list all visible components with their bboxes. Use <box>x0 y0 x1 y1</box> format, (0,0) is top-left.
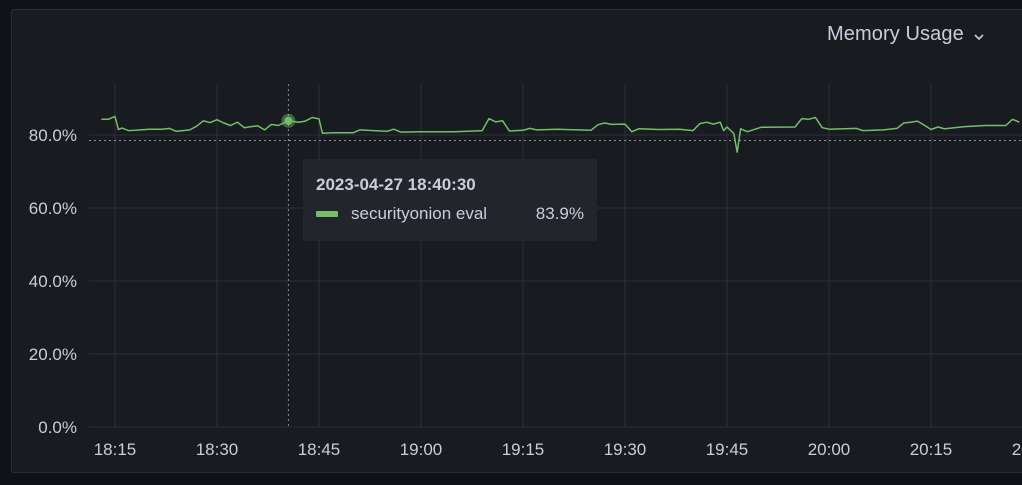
x-tick-label: 19:00 <box>400 440 443 459</box>
x-tick-label: 20:15 <box>910 440 953 459</box>
y-tick-label: 80.0% <box>29 126 77 145</box>
x-tick-label: 18:45 <box>298 440 341 459</box>
x-tick-label: 19:45 <box>706 440 749 459</box>
tooltip-time: 2023-04-27 18:40:30 <box>316 175 476 194</box>
y-tick-label: 0.0% <box>38 418 77 437</box>
series-layer <box>101 115 1020 153</box>
grid <box>89 84 1022 428</box>
x-tick-label: 19:15 <box>502 440 545 459</box>
x-tick-label: 18:30 <box>196 440 239 459</box>
series-line <box>101 115 1020 153</box>
y-tick-label: 20.0% <box>29 345 77 364</box>
y-tick-label: 60.0% <box>29 199 77 218</box>
y-tick-label: 40.0% <box>29 272 77 291</box>
tooltip-series-row: securityonion eval 83.9% <box>316 204 584 224</box>
tooltip-series-name: securityonion eval <box>351 204 488 223</box>
x-tick-label: 20:00 <box>808 440 851 459</box>
tooltip-series-value: 83.9% <box>535 204 584 223</box>
memory-usage-graph[interactable]: 0.0% 20.0% 40.0% 60.0% 80.0% 18:15 18:30 18:45… <box>0 0 1022 485</box>
x-tick-label: 18:15 <box>94 440 137 459</box>
x-tick-label: 20:30 <box>1012 440 1022 459</box>
series-color-swatch <box>316 211 338 217</box>
x-axis: 18:15 18:30 18:45 19:00 19:15 19:30 19:45 20:00… <box>94 440 1022 459</box>
y-axis: 0.0% 20.0% 40.0% 60.0% 80.0% <box>29 126 77 437</box>
hover-tooltip: 2023-04-27 18:40:30 securityonion eval 8… <box>303 159 597 241</box>
hover-point <box>284 116 293 125</box>
x-tick-label: 19:30 <box>604 440 647 459</box>
